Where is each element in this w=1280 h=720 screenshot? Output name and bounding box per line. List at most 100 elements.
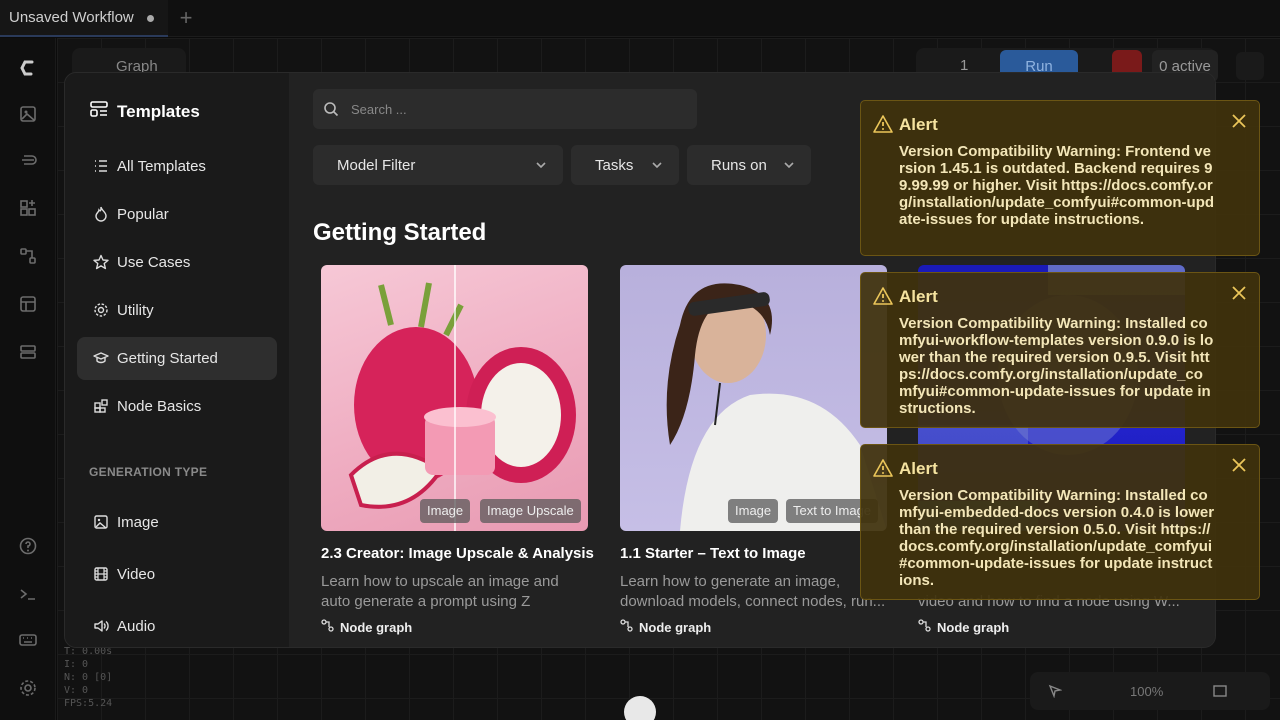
search-placeholder: Search ... — [351, 101, 407, 117]
card-description: Learn how to upscale an image and auto g… — [321, 573, 559, 610]
runs-on-dropdown[interactable]: Runs on — [687, 145, 811, 185]
nav-popular[interactable]: Popular — [77, 193, 277, 236]
runs-on-label: Runs on — [711, 156, 767, 174]
nav-utility[interactable]: Utility — [77, 289, 277, 332]
tasks-dropdown[interactable]: Tasks — [571, 145, 679, 185]
left-rail — [0, 38, 56, 720]
card-title: 2.3 Creator: Image Upscale & Analysis — [321, 545, 594, 562]
nav-use-cases[interactable]: Use Cases — [77, 241, 277, 284]
alert-title: Alert — [899, 287, 938, 306]
nav-label: Getting Started — [117, 350, 218, 367]
comfy-logo-icon[interactable] — [18, 58, 38, 78]
node-graph-icon — [321, 619, 334, 635]
section-title: Getting Started — [313, 219, 487, 246]
node-library-icon[interactable] — [18, 150, 38, 170]
search-input[interactable]: Search ... — [313, 89, 697, 129]
alert-toast: Alert Version Compatibility Warning: Ins… — [860, 444, 1260, 600]
close-icon[interactable] — [1231, 113, 1247, 129]
alert-message: Version Compatibility Warning: Installed… — [899, 315, 1214, 417]
card-tag: Image — [728, 499, 779, 523]
template-card[interactable]: Image Text to Image 1.1 Starter – Text t… — [620, 265, 887, 635]
warning-icon — [873, 115, 893, 133]
unsaved-dot-icon — [147, 15, 154, 22]
nav-label: Audio — [117, 618, 156, 635]
nav-label: Video — [117, 566, 156, 583]
chevron-down-icon — [783, 158, 795, 170]
model-library-icon[interactable] — [18, 198, 38, 218]
flame-icon — [93, 206, 109, 222]
gear-icon — [93, 302, 109, 318]
keyboard-icon[interactable] — [18, 630, 38, 650]
card-footer-label: Node graph — [639, 619, 712, 635]
devtools-logo-icon[interactable] — [624, 696, 656, 720]
zoom-level[interactable]: 100% — [1130, 684, 1163, 699]
templates-icon[interactable] — [18, 294, 38, 314]
chevron-down-icon — [651, 158, 663, 170]
image-assets-icon[interactable] — [18, 104, 38, 124]
nav-audio[interactable]: Audio — [77, 605, 277, 647]
stat-fps: FPS:5.24 — [64, 698, 113, 709]
close-icon[interactable] — [1231, 285, 1247, 301]
canvas-tools: 100% — [1030, 672, 1270, 710]
nav-label: All Templates — [117, 158, 206, 175]
stat-n: N: 0 [0] — [64, 672, 113, 683]
chevron-down-icon — [535, 158, 547, 170]
generation-type-heading: GENERATION TYPE — [89, 465, 208, 479]
list-icon — [93, 158, 109, 174]
star-icon — [93, 254, 109, 270]
pointer-icon[interactable] — [1048, 684, 1063, 699]
tab-workflow[interactable]: Unsaved Workflow — [0, 0, 168, 37]
nav-all-templates[interactable]: All Templates — [77, 145, 277, 188]
card-tag: Image — [420, 499, 471, 523]
nav-label: Node Basics — [117, 398, 202, 415]
search-icon — [323, 101, 339, 117]
model-filter-dropdown[interactable]: Model Filter — [313, 145, 563, 185]
tasks-label: Tasks — [595, 156, 634, 174]
card-footer: Node graph — [620, 619, 711, 635]
new-tab-button[interactable]: + — [176, 7, 196, 29]
nav-label: Use Cases — [117, 254, 191, 271]
terminal-icon[interactable] — [18, 584, 38, 604]
speaker-icon — [93, 618, 109, 634]
warning-icon — [873, 459, 893, 477]
workflows-icon[interactable] — [18, 246, 38, 266]
card-footer: Node graph — [321, 619, 412, 635]
toggle-panel-button[interactable] — [1236, 52, 1264, 80]
nav-getting-started[interactable]: Getting Started — [77, 337, 277, 380]
node-graph-icon — [918, 619, 931, 635]
card-description: Learn how to generate an image, download… — [620, 573, 886, 610]
card-footer-label: Node graph — [937, 619, 1010, 635]
templates-title-text: Templates — [117, 101, 200, 121]
stat-i: I: 0 — [64, 659, 89, 670]
queue-icon[interactable] — [18, 342, 38, 362]
graduation-cap-icon — [93, 350, 109, 366]
blocks-icon — [93, 398, 109, 414]
alert-title: Alert — [899, 115, 938, 134]
templates-title-icon — [89, 99, 109, 124]
templates-title: Templates — [89, 99, 200, 124]
nav-label: Image — [117, 514, 159, 531]
template-card[interactable]: Image Image Upscale 2.3 Creator: Image U… — [321, 265, 594, 635]
image-icon — [93, 514, 109, 530]
templates-sidebar: Templates All Templates Popular Use Case… — [65, 73, 289, 647]
card-footer: Node graph — [918, 619, 1009, 635]
nav-label: Utility — [117, 302, 154, 319]
alert-toast: Alert Version Compatibility Warning: Fro… — [860, 100, 1260, 256]
nav-video[interactable]: Video — [77, 553, 277, 596]
alert-toast: Alert Version Compatibility Warning: Ins… — [860, 272, 1260, 428]
nav-label: Popular — [117, 206, 169, 223]
nav-image[interactable]: Image — [77, 501, 277, 544]
card-footer-label: Node graph — [340, 619, 413, 635]
card-thumbnail: Image Image Upscale — [321, 265, 588, 531]
film-icon — [93, 566, 109, 582]
render-stats: T: 0.00s I: 0 N: 0 [0] V: 0 FPS:5.24 — [64, 645, 112, 710]
tab-workflow-title: Unsaved Workflow — [9, 9, 134, 26]
nav-node-basics[interactable]: Node Basics — [77, 385, 277, 428]
help-icon[interactable] — [18, 536, 38, 556]
close-icon[interactable] — [1231, 457, 1247, 473]
minimap-icon[interactable] — [1213, 684, 1227, 698]
settings-gear-icon[interactable] — [18, 678, 38, 698]
card-title: 1.1 Starter – Text to Image — [620, 545, 806, 562]
alert-message: Version Compatibility Warning: Installed… — [899, 487, 1215, 589]
alert-message: Version Compatibility Warning: Frontend … — [899, 143, 1215, 228]
